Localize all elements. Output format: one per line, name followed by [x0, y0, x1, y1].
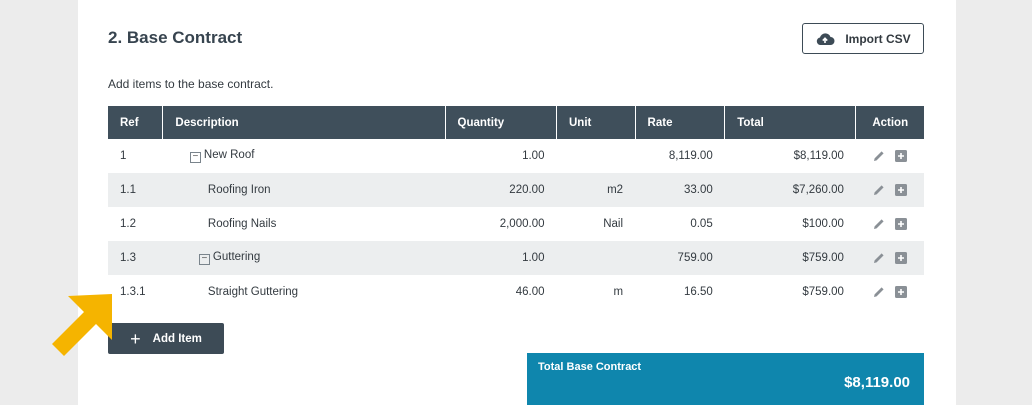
- add-subitem-icon[interactable]: [894, 251, 907, 264]
- cell-ref: 1.3: [120, 252, 136, 264]
- base-contract-panel: 2. Base Contract Import CSV Add items to…: [78, 0, 956, 405]
- table-header: Ref Description Quantity Unit Rate Total…: [108, 106, 924, 139]
- cell-rate: 0.05: [690, 218, 713, 230]
- cell-action: [856, 207, 924, 241]
- cell-rate: 33.00: [683, 184, 713, 196]
- pencil-icon[interactable]: [873, 252, 885, 264]
- header-description: Description: [162, 106, 446, 139]
- section-title: 2. Base Contract: [108, 28, 243, 47]
- cell-quantity: 1.00: [522, 150, 545, 162]
- cell-description: − New Roof: [163, 139, 445, 173]
- total-value: $8,119.00: [844, 374, 910, 391]
- table-row: 1.2 Roofing Nails 2,000.00 Nail 0.05 $100.00: [108, 207, 924, 241]
- import-csv-button[interactable]: Import CSV: [802, 23, 924, 54]
- table-row: 1.3.1 Straight Guttering 46.00 m 16.50 $759.0…: [108, 275, 924, 309]
- add-item-label: Add Item: [152, 332, 202, 345]
- header-total: Total: [724, 106, 857, 139]
- add-item-button[interactable]: + Add Item: [108, 323, 224, 354]
- add-subitem-icon[interactable]: [894, 183, 907, 196]
- pencil-icon[interactable]: [873, 184, 885, 196]
- plus-icon: +: [130, 328, 141, 349]
- cloud-upload-icon: [817, 32, 835, 45]
- add-subitem-icon[interactable]: [894, 217, 907, 230]
- table-row: 1 − New Roof 1.00 8,119.00 $8,119.00: [108, 139, 924, 173]
- cell-rate: 16.50: [683, 286, 713, 298]
- description-text: Roofing Iron: [207, 184, 271, 196]
- cell-action: [856, 275, 924, 309]
- cell-ref: 1.1: [120, 184, 136, 196]
- cell-unit: Nail: [603, 218, 624, 230]
- cell-unit: [556, 241, 635, 275]
- table-row: 1.3 − Guttering 1.00 759.00 $759.00: [108, 241, 924, 275]
- cell-total: $759.00: [802, 252, 844, 264]
- add-subitem-icon[interactable]: [894, 149, 907, 162]
- arrow-pointer-icon: [52, 294, 112, 356]
- cell-description: Roofing Iron: [163, 173, 445, 207]
- header-unit: Unit: [556, 106, 636, 139]
- description-text: Roofing Nails: [207, 218, 277, 230]
- pencil-icon[interactable]: [873, 286, 885, 298]
- add-subitem-icon[interactable]: [894, 285, 907, 298]
- cell-action: [856, 139, 924, 173]
- header-rate: Rate: [635, 106, 726, 139]
- cell-rate: 759.00: [677, 252, 713, 264]
- cell-description: − Guttering: [163, 241, 445, 275]
- cell-description: Roofing Nails: [163, 207, 445, 241]
- header-quantity: Quantity: [445, 106, 557, 139]
- cell-unit: [556, 139, 635, 173]
- cell-quantity: 1.00: [522, 252, 545, 264]
- cell-ref: 1: [120, 150, 127, 162]
- cell-action: [856, 241, 924, 275]
- collapse-toggle-icon[interactable]: −: [198, 254, 210, 265]
- cell-action: [856, 173, 924, 207]
- cell-quantity: 2,000.00: [499, 218, 545, 230]
- cell-ref: 1.2: [120, 218, 136, 230]
- cell-description: Straight Guttering: [163, 275, 445, 309]
- description-text: New Roof: [203, 149, 255, 161]
- collapse-toggle-icon[interactable]: −: [189, 152, 201, 163]
- cell-rate: 8,119.00: [668, 150, 713, 162]
- cell-quantity: 220.00: [509, 184, 545, 196]
- pencil-icon[interactable]: [873, 218, 885, 230]
- cell-total: $100.00: [802, 218, 844, 230]
- cell-total: $7,260.00: [792, 184, 844, 196]
- pencil-icon[interactable]: [873, 150, 885, 162]
- cell-unit: m2: [607, 184, 624, 196]
- header-action: Action: [872, 116, 909, 129]
- import-csv-label: Import CSV: [845, 31, 911, 46]
- total-base-contract-box: Total Base Contract $8,119.00: [527, 353, 924, 405]
- table-row: 1.1 Roofing Iron 220.00 m2 33.00 $7,260.00: [108, 173, 924, 207]
- cell-total: $759.00: [802, 286, 844, 298]
- cell-quantity: 46.00: [515, 286, 545, 298]
- header-ref: Ref: [108, 106, 164, 139]
- cell-unit: m: [613, 286, 624, 298]
- section-subtitle: Add items to the base contract.: [108, 77, 274, 91]
- description-text: Guttering: [212, 251, 261, 263]
- cell-total: $8,119.00: [793, 150, 844, 162]
- description-text: Straight Guttering: [207, 286, 299, 298]
- base-contract-table: Ref Description Quantity Unit Rate Total…: [108, 106, 924, 309]
- total-label: Total Base Contract: [538, 361, 642, 373]
